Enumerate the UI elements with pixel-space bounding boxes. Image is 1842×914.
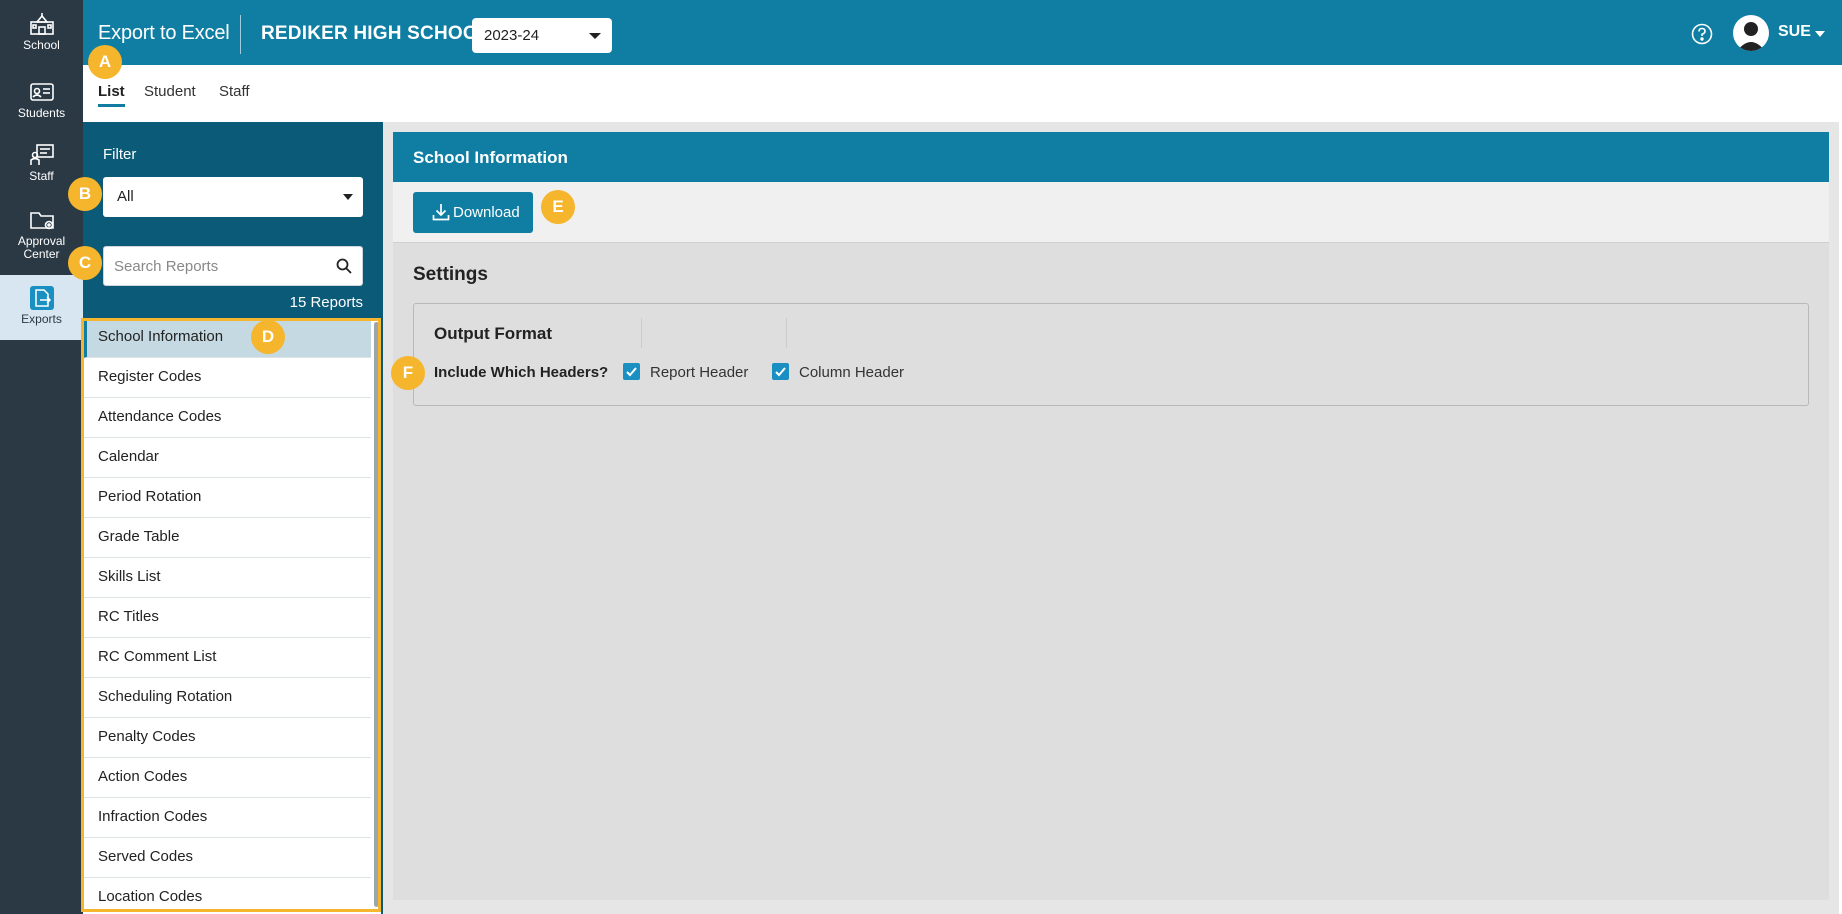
nav-item-school[interactable]: School [0, 12, 83, 57]
help-icon[interactable] [1691, 23, 1713, 45]
report-header-checkbox[interactable] [623, 363, 640, 380]
list-item[interactable]: Scheduling Rotation [83, 678, 371, 718]
headers-label: Include Which Headers? [434, 364, 609, 381]
column-header-checkbox[interactable] [772, 363, 789, 380]
nav-label: Staff [29, 169, 54, 183]
callout-marker-c: C [68, 246, 102, 280]
callout-marker-b: B [68, 177, 102, 211]
output-format-group: Output Format Include Which Headers? Rep… [413, 303, 1809, 406]
tab-staff[interactable]: Staff [219, 83, 250, 104]
nav-label: School [23, 38, 60, 52]
tab-bar: List Student Staff [83, 65, 1839, 122]
list-item[interactable]: Served Codes [83, 838, 371, 878]
list-item[interactable]: Infraction Codes [83, 798, 371, 838]
settings-title: Settings [413, 264, 488, 285]
download-button[interactable]: Download [413, 192, 533, 233]
filter-label: Filter [103, 146, 137, 163]
app-title: Export to Excel [98, 22, 230, 44]
list-item[interactable]: Attendance Codes [83, 398, 371, 438]
list-scrollbar[interactable] [374, 322, 379, 907]
divider [641, 318, 642, 348]
school-year-select[interactable]: 2023-24 [472, 18, 612, 53]
report-card: School Information Download Settings Out… [393, 132, 1829, 900]
avatar[interactable] [1733, 15, 1769, 51]
check-icon [775, 367, 786, 377]
nav-item-exports[interactable]: Exports [0, 275, 83, 340]
report-header-label[interactable]: Report Header [650, 364, 748, 381]
filter-select[interactable]: All [103, 177, 363, 217]
card-title: School Information [393, 132, 1829, 182]
user-name[interactable]: SUE [1778, 23, 1811, 41]
nav-item-students[interactable]: Students [0, 80, 83, 125]
callout-marker-f: F [391, 356, 425, 390]
search-icon[interactable] [336, 258, 352, 274]
search-box [103, 246, 363, 286]
user-menu-caret-icon[interactable] [1815, 31, 1825, 37]
list-item[interactable]: RC Comment List [83, 638, 371, 678]
header-divider [240, 15, 241, 54]
list-item[interactable]: RC Titles [83, 598, 371, 638]
school-year-value: 2023-24 [484, 27, 540, 44]
list-item[interactable]: Register Codes [83, 358, 371, 398]
nav-item-staff[interactable]: Staff [0, 143, 83, 188]
list-item[interactable]: Period Rotation [83, 478, 371, 518]
chevron-down-icon [589, 33, 601, 39]
list-item[interactable]: Action Codes [83, 758, 371, 798]
top-header: Export to Excel REDIKER HIGH SCHOOL 2023… [83, 0, 1842, 65]
export-file-icon [29, 286, 54, 310]
filter-value: All [117, 188, 134, 205]
main-content: School Information Download Settings Out… [383, 122, 1839, 914]
card-toolbar: Download [393, 182, 1829, 243]
chevron-down-icon [343, 194, 353, 200]
user-silhouette-icon [1737, 22, 1765, 51]
school-icon [29, 13, 54, 35]
list-item[interactable]: Location Codes [83, 878, 371, 914]
callout-marker-d: D [251, 320, 285, 354]
folder-gear-icon [29, 212, 54, 230]
search-input[interactable] [104, 247, 314, 285]
download-icon [432, 204, 450, 221]
list-item[interactable]: School Information [83, 320, 371, 358]
nav-label: Students [17, 106, 66, 120]
app-nav: School Students Staff Approval Center Ex… [0, 0, 83, 914]
report-panel: Filter All 15 Reports School Information… [83, 122, 383, 914]
tab-list[interactable]: List [98, 83, 125, 107]
tab-student[interactable]: Student [144, 83, 196, 104]
list-item[interactable]: Grade Table [83, 518, 371, 558]
nav-label: Exports [21, 312, 62, 326]
report-count: 15 Reports [289, 294, 363, 311]
list-item[interactable]: Skills List [83, 558, 371, 598]
school-name: REDIKER HIGH SCHOOL [261, 23, 490, 44]
callout-marker-a: A [88, 45, 122, 79]
divider [786, 318, 787, 348]
download-label: Download [453, 204, 520, 221]
check-icon [626, 367, 637, 377]
staff-board-icon [29, 144, 54, 165]
id-card-icon [29, 83, 54, 101]
column-header-label[interactable]: Column Header [799, 364, 904, 381]
output-format-title: Output Format [434, 324, 553, 343]
report-list: School Information Register Codes Attend… [83, 320, 381, 914]
list-item[interactable]: Penalty Codes [83, 718, 371, 758]
list-item[interactable]: Calendar [83, 438, 371, 478]
callout-marker-e: E [541, 190, 575, 224]
